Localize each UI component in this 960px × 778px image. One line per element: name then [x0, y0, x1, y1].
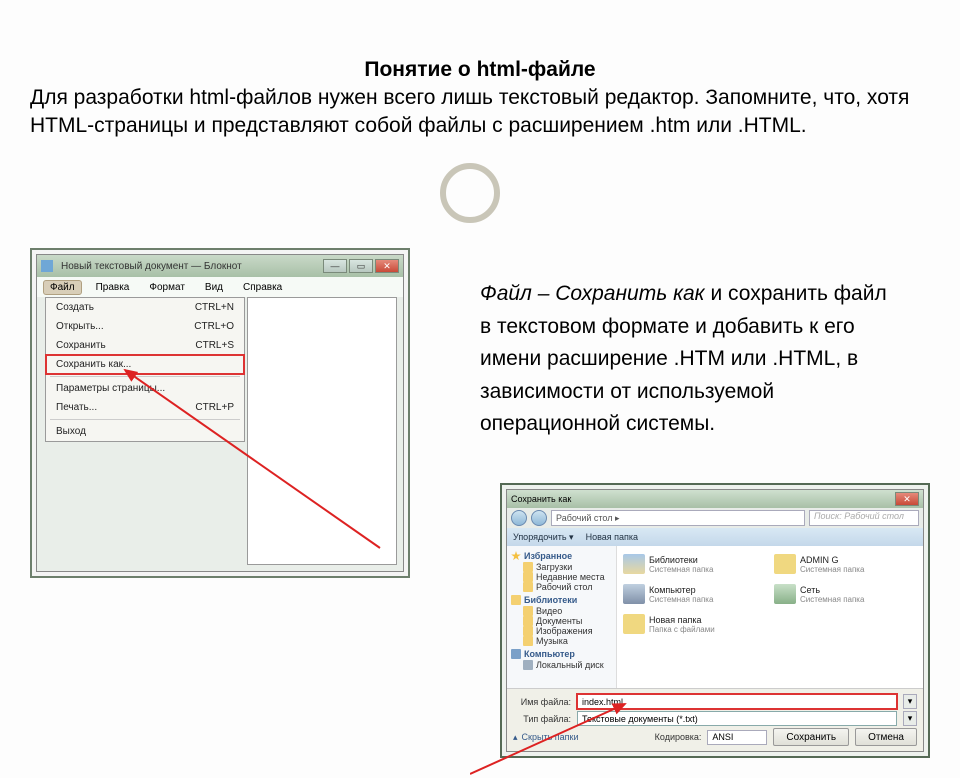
close-button[interactable]: ✕: [895, 492, 919, 506]
close-button[interactable]: ✕: [375, 259, 399, 273]
organize-button[interactable]: Упорядочить ▾: [513, 532, 574, 543]
file-item[interactable]: КомпьютерСистемная папка: [623, 580, 766, 608]
nav-forward-icon[interactable]: [531, 510, 547, 526]
folder-icon: [623, 614, 645, 634]
dialog-titlebar: Сохранить как ✕: [507, 490, 923, 508]
side-instruction: Файл – Сохранить как и сохранить файл в …: [480, 278, 900, 441]
decorative-circle: [440, 163, 500, 223]
file-menu-dropdown: СоздатьCTRL+N Открыть...CTRL+O Сохранить…: [45, 297, 245, 442]
file-item[interactable]: БиблиотекиСистемная папка: [623, 550, 766, 578]
file-item[interactable]: Новая папкаПапка с файлами: [623, 610, 766, 638]
menu-help[interactable]: Справка: [237, 281, 288, 294]
breadcrumb[interactable]: Рабочий стол ▸: [551, 510, 805, 526]
menu-item-save-as[interactable]: Сохранить как...: [46, 355, 244, 374]
titlebar: Новый текстовый документ — Блокнот — ▭ ✕: [37, 255, 403, 277]
notepad-screenshot: Новый текстовый документ — Блокнот — ▭ ✕…: [30, 248, 410, 578]
filename-input[interactable]: index.html: [577, 694, 897, 709]
save-button[interactable]: Сохранить: [773, 728, 849, 746]
maximize-button[interactable]: ▭: [349, 259, 373, 273]
encoding-label: Кодировка:: [655, 732, 702, 742]
nav-item-recent[interactable]: Недавние места: [511, 572, 612, 582]
nav-item-docs[interactable]: Документы: [511, 616, 612, 626]
menu-item-exit[interactable]: Выход: [46, 422, 244, 441]
menu-format[interactable]: Формат: [143, 281, 191, 294]
saveas-screenshot: Сохранить как ✕ Рабочий стол ▸ Поиск: Ра…: [500, 483, 930, 758]
nav-item-localdisk[interactable]: Локальный диск: [511, 660, 612, 670]
window-title: Новый текстовый документ — Блокнот: [61, 261, 242, 272]
file-item[interactable]: СетьСистемная папка: [774, 580, 917, 608]
heading: Понятие о html-файле: [0, 58, 960, 82]
dialog-toolbar: Упорядочить ▾ Новая папка: [507, 528, 923, 546]
nav-item-video[interactable]: Видео: [511, 606, 612, 616]
menu-item-save[interactable]: СохранитьCTRL+S: [46, 336, 244, 355]
encoding-select[interactable]: ANSI: [707, 730, 767, 745]
filename-label: Имя файла:: [513, 697, 571, 707]
menu-edit[interactable]: Правка: [90, 281, 136, 294]
chevron-down-icon[interactable]: ▾: [903, 711, 917, 726]
file-item[interactable]: ADMIN GСистемная папка: [774, 550, 917, 578]
minimize-button[interactable]: —: [323, 259, 347, 273]
address-bar: Рабочий стол ▸ Поиск: Рабочий стол: [507, 508, 923, 528]
cancel-button[interactable]: Отмена: [855, 728, 917, 746]
dialog-title: Сохранить как: [511, 494, 571, 504]
computer-icon: [623, 584, 645, 604]
search-input[interactable]: Поиск: Рабочий стол: [809, 510, 919, 526]
folder-icon: [774, 554, 796, 574]
new-folder-button[interactable]: Новая папка: [586, 532, 638, 542]
menu-view[interactable]: Вид: [199, 281, 229, 294]
hide-folders-link[interactable]: ▴ Скрыть папки: [513, 732, 649, 743]
app-icon: [41, 260, 53, 272]
chevron-down-icon[interactable]: ▾: [903, 694, 917, 709]
filetype-select[interactable]: Текстовые документы (*.txt): [577, 711, 897, 726]
menubar: Файл Правка Формат Вид Справка: [37, 277, 403, 297]
nav-item-downloads[interactable]: Загрузки: [511, 562, 612, 572]
menu-item-print[interactable]: Печать...CTRL+P: [46, 398, 244, 417]
nav-favorites[interactable]: Избранное: [511, 551, 612, 561]
menu-path-emphasis: Файл – Сохранить как: [480, 282, 705, 305]
file-list: БиблиотекиСистемная папка ADMIN GСистемн…: [617, 546, 923, 688]
intro-paragraph: Для разработки html-файлов нужен всего л…: [0, 82, 960, 141]
nav-back-icon[interactable]: [511, 510, 527, 526]
menu-item-page-setup[interactable]: Параметры страницы...: [46, 379, 244, 398]
nav-item-desktop[interactable]: Рабочий стол: [511, 582, 612, 592]
editor-area[interactable]: [247, 297, 397, 565]
nav-libraries[interactable]: Библиотеки: [511, 595, 612, 605]
nav-item-images[interactable]: Изображения: [511, 626, 612, 636]
filetype-label: Тип файла:: [513, 714, 571, 724]
nav-computer[interactable]: Компьютер: [511, 649, 612, 659]
network-icon: [774, 584, 796, 604]
nav-item-music[interactable]: Музыка: [511, 636, 612, 646]
menu-file[interactable]: Файл: [43, 280, 82, 295]
text-content: Понятие о html-файле Для разработки html…: [0, 58, 960, 141]
nav-tree: Избранное Загрузки Недавние места Рабочи…: [507, 546, 617, 688]
folder-icon: [623, 554, 645, 574]
menu-item-open[interactable]: Открыть...CTRL+O: [46, 317, 244, 336]
menu-item-new[interactable]: СоздатьCTRL+N: [46, 298, 244, 317]
